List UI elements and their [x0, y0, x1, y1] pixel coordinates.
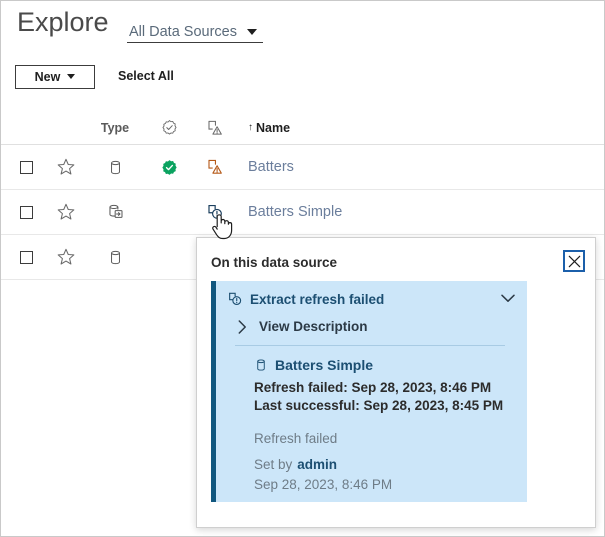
database-extract-icon [106, 203, 125, 222]
new-button-label: New [35, 70, 61, 84]
alert-datasource-name: Batters Simple [275, 357, 373, 373]
data-source-link[interactable]: Batters Simple [248, 204, 342, 220]
row-favorite-cell [51, 190, 81, 234]
extract-refresh-failed-alert: Extract refresh failed View Description [211, 281, 527, 502]
data-quality-warning-icon [206, 158, 224, 176]
database-icon [107, 249, 124, 266]
table-row[interactable]: Batters Simple [1, 190, 605, 235]
row-name-cell: Batters Simple [248, 190, 342, 234]
data-source-filter-dropdown[interactable]: All Data Sources [127, 16, 263, 43]
column-header-type[interactable]: Type [97, 111, 133, 144]
table-row[interactable]: Batters [1, 145, 605, 190]
data-quality-warning-icon [206, 119, 224, 137]
extract-refresh-failed-icon [227, 291, 243, 307]
column-header-data-quality[interactable] [199, 111, 231, 144]
toolbar: New Select All [1, 61, 605, 99]
column-header-name[interactable]: ↑ Name [248, 111, 290, 144]
row-certification-cell [153, 235, 185, 279]
sort-ascending-icon: ↑ [248, 123, 253, 133]
row-data-quality-cell[interactable] [199, 190, 231, 234]
certification-badge-icon [161, 119, 178, 136]
page-title: Explore [17, 7, 109, 38]
explore-page: Explore All Data Sources New Select All … [0, 0, 605, 537]
page-header: Explore All Data Sources [1, 1, 605, 57]
row-name-cell: Batters [248, 145, 294, 189]
collapse-alert-button[interactable] [501, 294, 515, 303]
extract-refresh-failed-icon [206, 203, 224, 221]
table-header-row: Type [1, 111, 605, 145]
alert-heading: Extract refresh failed [227, 291, 384, 307]
new-button[interactable]: New [15, 65, 95, 89]
set-by-prefix: Set by [254, 457, 292, 472]
alert-divider [235, 345, 505, 346]
star-outline-icon[interactable] [56, 157, 76, 177]
row-checkbox-cell [11, 190, 41, 234]
popup-title: On this data source [211, 255, 337, 270]
chevron-down-icon [67, 74, 75, 79]
chevron-down-icon [501, 294, 515, 303]
alert-datasource: Batters Simple [254, 357, 373, 373]
row-favorite-cell [51, 145, 81, 189]
row-checkbox[interactable] [20, 161, 33, 174]
star-outline-icon[interactable] [56, 202, 76, 222]
chevron-right-icon [238, 320, 247, 334]
alert-set-by: Set by admin [254, 457, 337, 472]
alert-message: Refresh failed [254, 431, 337, 446]
column-header-name-label: Name [256, 121, 290, 135]
data-source-filter-label: All Data Sources [129, 24, 237, 40]
row-checkbox[interactable] [20, 251, 33, 264]
column-header-certification[interactable] [153, 111, 185, 144]
row-checkbox-cell [11, 145, 41, 189]
row-certification-cell[interactable] [153, 145, 185, 189]
select-all-button[interactable]: Select All [118, 69, 174, 83]
view-description-label: View Description [259, 319, 368, 334]
database-icon [254, 358, 268, 372]
row-checkbox[interactable] [20, 206, 33, 219]
data-source-link[interactable]: Batters [248, 159, 294, 175]
row-favorite-cell [51, 235, 81, 279]
row-type-cell [97, 145, 133, 189]
row-type-cell [97, 235, 133, 279]
refresh-failed-line: Refresh failed: Sep 28, 2023, 8:46 PM [254, 380, 491, 395]
alert-heading-label: Extract refresh failed [250, 292, 384, 307]
chevron-down-icon [247, 29, 257, 35]
certified-badge-icon [161, 159, 178, 176]
row-data-quality-cell[interactable] [199, 145, 231, 189]
alert-set-at: Sep 28, 2023, 8:46 PM [254, 477, 392, 492]
view-description-toggle[interactable]: View Description [238, 319, 368, 334]
database-icon [107, 159, 124, 176]
row-checkbox-cell [11, 235, 41, 279]
row-certification-cell [153, 190, 185, 234]
last-successful-line: Last successful: Sep 28, 2023, 8:45 PM [254, 398, 503, 413]
star-outline-icon[interactable] [56, 247, 76, 267]
close-button[interactable] [563, 250, 585, 272]
close-icon [568, 255, 581, 268]
data-quality-popup: On this data source [196, 237, 596, 528]
set-by-user-link[interactable]: admin [297, 457, 337, 472]
row-type-cell [97, 190, 133, 234]
